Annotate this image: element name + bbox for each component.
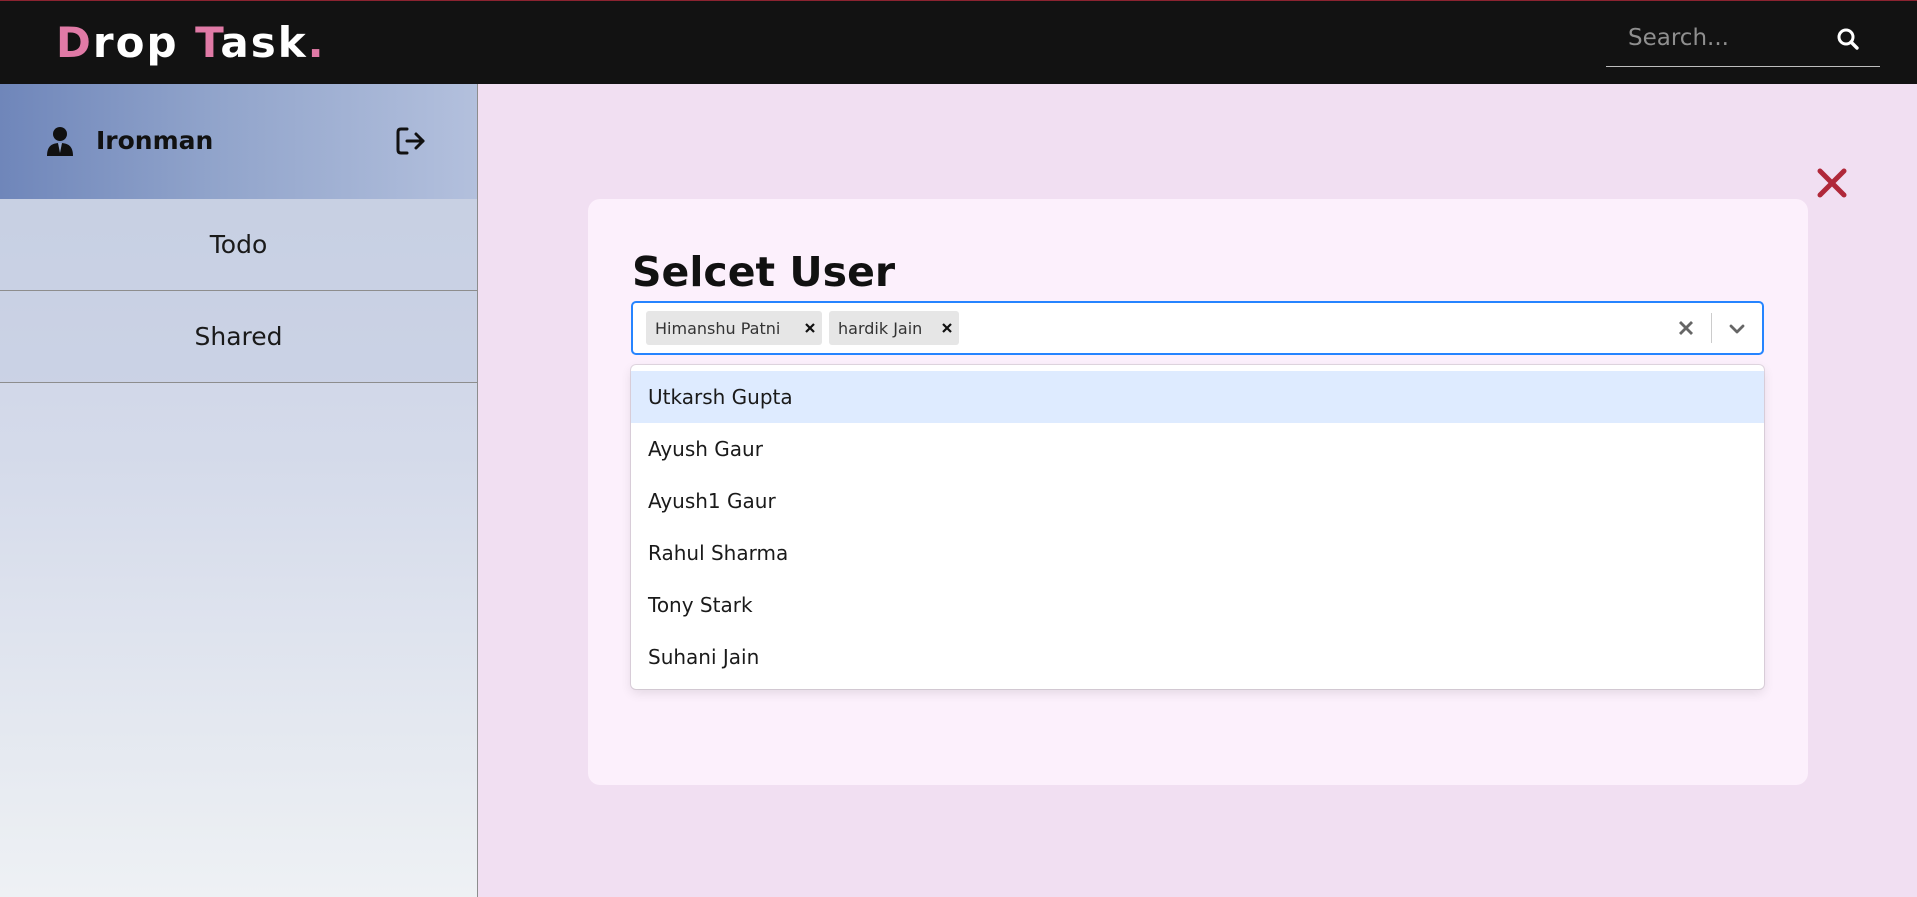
user-name: Ironman: [96, 126, 214, 155]
select-user-modal: Selcet User Himanshu Patni hardik Jain U…: [588, 199, 1808, 785]
app-logo[interactable]: Drop Task.: [56, 15, 326, 71]
search-icon[interactable]: [1828, 19, 1868, 59]
chip-label: Himanshu Patni: [655, 318, 781, 338]
logo-text-rop: rop: [92, 18, 196, 67]
user-option[interactable]: Suhani Jain: [631, 631, 1764, 683]
logo-text-ask: ask: [220, 18, 308, 67]
user-options-menu: Utkarsh Gupta Ayush Gaur Ayush1 Gaur Rah…: [631, 365, 1764, 689]
user-option[interactable]: Ayush1 Gaur: [631, 475, 1764, 527]
close-icon[interactable]: [1812, 163, 1852, 203]
top-navbar: Drop Task.: [0, 0, 1917, 84]
logo-dot: .: [307, 18, 326, 67]
user-multi-select[interactable]: Himanshu Patni hardik Jain: [631, 301, 1764, 355]
sidebar-item-label: Todo: [209, 230, 268, 259]
logo-letter-d: D: [56, 18, 93, 67]
selected-user-chip: Himanshu Patni: [646, 311, 822, 345]
logo-letter-t: T: [195, 18, 221, 67]
modal-title: Selcet User: [632, 248, 896, 296]
logout-icon[interactable]: [394, 124, 428, 158]
user-icon: [46, 126, 74, 156]
selected-user-chip: hardik Jain: [829, 311, 959, 345]
sidebar-item-shared[interactable]: Shared: [0, 291, 477, 383]
user-option[interactable]: Tony Stark: [631, 579, 1764, 631]
sidebar-item-todo[interactable]: Todo: [0, 199, 477, 291]
search-input[interactable]: [1606, 11, 1826, 65]
user-option[interactable]: Utkarsh Gupta: [631, 371, 1764, 423]
user-option[interactable]: Ayush Gaur: [631, 423, 1764, 475]
sidebar-item-label: Shared: [194, 322, 283, 351]
chevron-down-icon[interactable]: [1723, 315, 1751, 343]
search-bar: [1606, 11, 1880, 67]
remove-chip-icon[interactable]: [935, 311, 959, 345]
clear-icon[interactable]: [1673, 315, 1699, 341]
user-profile-header: Ironman: [0, 84, 477, 199]
user-option[interactable]: Rahul Sharma: [631, 527, 1764, 579]
sidebar: Ironman Todo Shared: [0, 84, 478, 897]
chip-label: hardik Jain: [838, 318, 923, 338]
remove-chip-icon[interactable]: [798, 311, 822, 345]
indicator-separator: [1711, 313, 1712, 343]
